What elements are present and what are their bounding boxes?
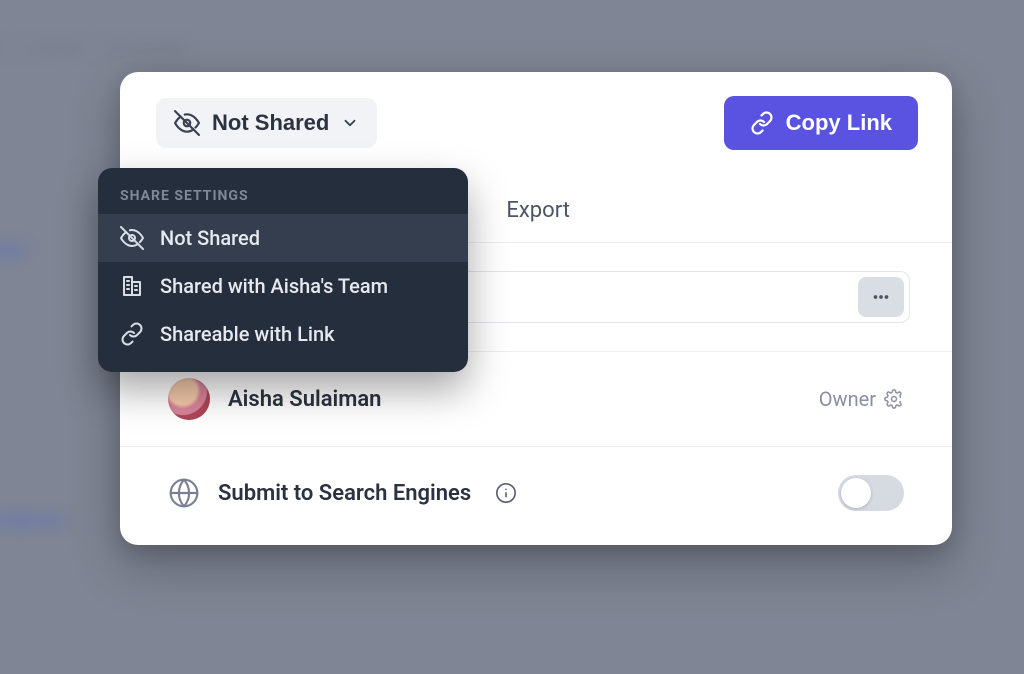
dropdown-item-team[interactable]: Shared with Aisha's Team <box>98 262 468 310</box>
dropdown-item-label: Not Shared <box>160 226 260 250</box>
dropdown-item-label: Shared with Aisha's Team <box>160 274 388 298</box>
user-name: Aisha Sulaiman <box>228 387 381 412</box>
info-icon[interactable] <box>495 482 517 504</box>
avatar <box>168 378 210 420</box>
copy-link-button[interactable]: Copy Link <box>724 96 918 150</box>
share-status-label: Not Shared <box>212 110 329 136</box>
copy-link-label: Copy Link <box>786 110 892 136</box>
search-engines-toggle[interactable] <box>838 475 904 511</box>
eye-off-icon <box>174 110 200 136</box>
share-settings-dropdown: SHARE SETTINGS Not Shared Shared with Ai… <box>98 168 468 372</box>
share-status-dropdown-button[interactable]: Not Shared <box>156 98 377 148</box>
search-engines-row: Submit to Search Engines <box>120 447 952 545</box>
tab-export[interactable]: Export <box>506 180 570 242</box>
dropdown-item-link[interactable]: Shareable with Link <box>98 310 468 358</box>
toggle-knob <box>841 478 871 508</box>
link-icon <box>120 322 144 346</box>
user-role[interactable]: Owner <box>819 387 904 411</box>
ellipsis-icon <box>870 286 892 308</box>
dropdown-item-label: Shareable with Link <box>160 322 335 346</box>
user-role-label: Owner <box>819 387 876 411</box>
gear-icon <box>884 389 904 409</box>
invite-more-button[interactable] <box>858 277 904 317</box>
chevron-down-icon <box>341 114 359 132</box>
building-icon <box>120 274 144 298</box>
eye-off-icon <box>120 226 144 250</box>
dropdown-header: SHARE SETTINGS <box>98 186 468 214</box>
dropdown-item-not-shared[interactable]: Not Shared <box>98 214 468 262</box>
globe-icon <box>168 477 200 509</box>
link-icon <box>750 111 774 135</box>
search-engines-label: Submit to Search Engines <box>218 481 471 506</box>
modal-header: Not Shared Copy Link <box>120 72 952 174</box>
